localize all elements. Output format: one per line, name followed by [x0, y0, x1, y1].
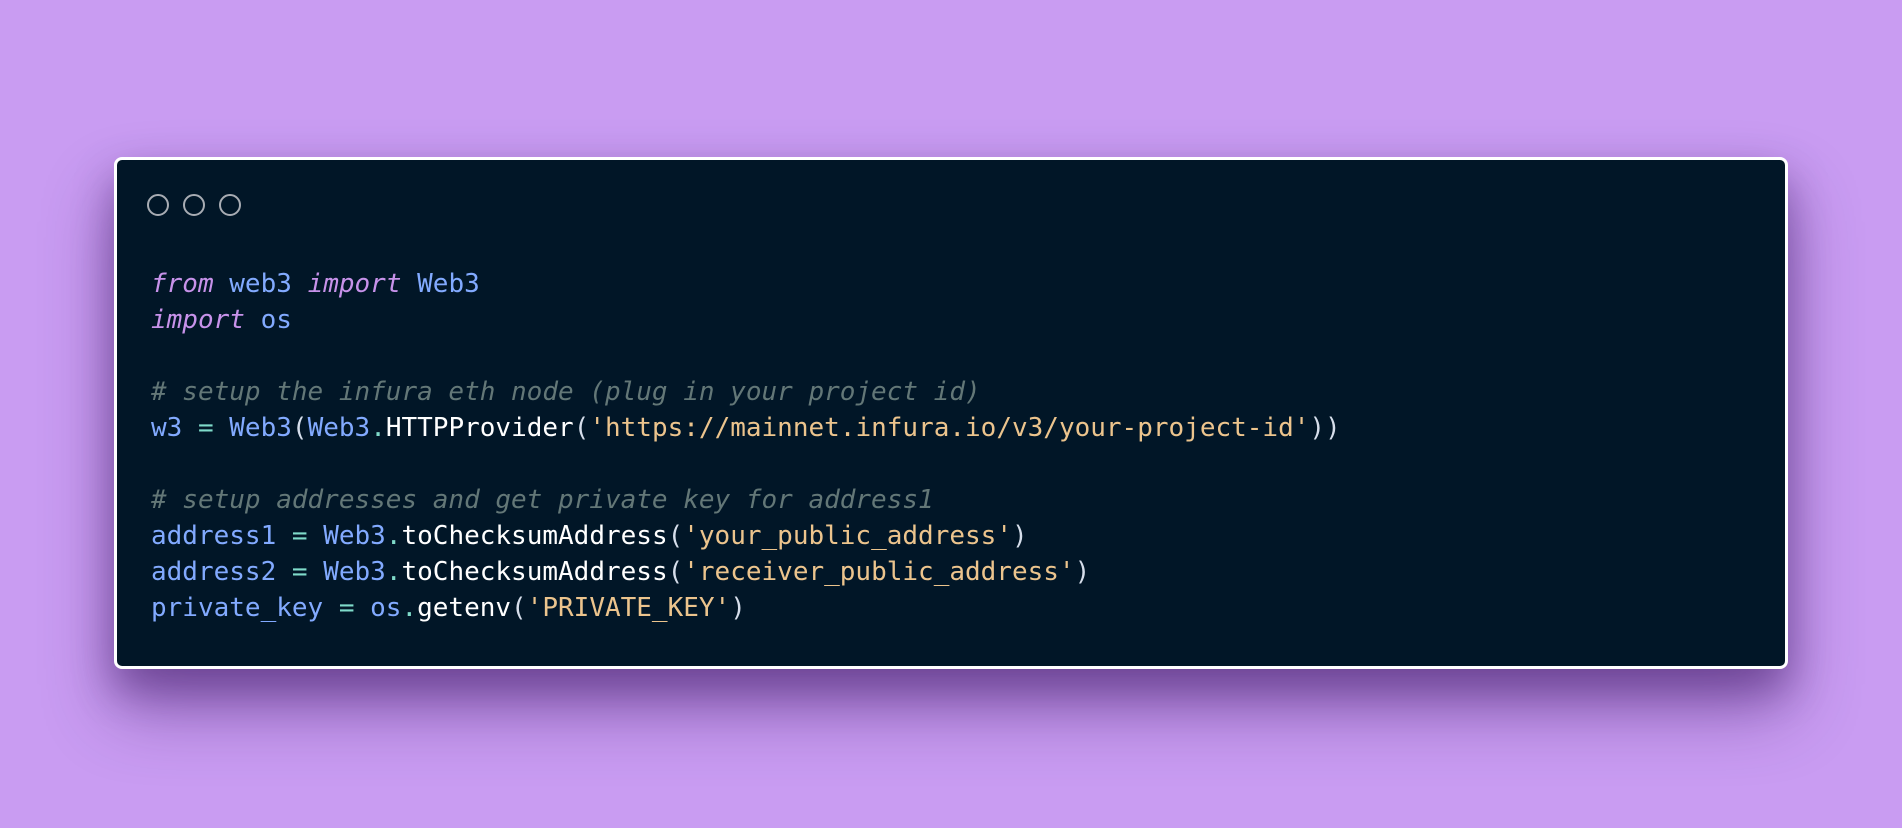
code-token: Web3: [323, 557, 386, 587]
code-token: ): [730, 593, 746, 623]
code-token: .: [385, 557, 402, 587]
code-token: os: [260, 305, 292, 335]
code-token: ): [1011, 521, 1028, 551]
code-token: address1: [151, 521, 277, 551]
code-token: =: [338, 593, 355, 623]
code-token: web3: [229, 269, 292, 299]
code-token: =: [291, 521, 308, 551]
code-token: 'https://mainnet.infura.io/v3/your-proje…: [589, 413, 1310, 443]
code-token: from: [151, 269, 214, 299]
code-token: Web3: [229, 413, 292, 443]
code-token: Web3: [307, 413, 371, 443]
code-line: address2 = Web3.toChecksumAddress('recei…: [151, 554, 1341, 590]
code-token: import: [307, 269, 402, 299]
code-line: import os: [151, 302, 1341, 338]
code-token: (: [573, 413, 590, 443]
code-token: getenv: [417, 593, 512, 623]
code-window: from web3 import Web3 import os # setup t…: [114, 157, 1788, 669]
code-token: (: [667, 521, 684, 551]
code-token: (: [667, 557, 684, 587]
code-token: private_key: [151, 593, 324, 623]
code-token: 'receiver_public_address': [683, 557, 1075, 587]
code-token: # setup addresses and get private key fo…: [151, 485, 934, 515]
code-token: (: [291, 413, 308, 443]
code-block: from web3 import Web3 import os # setup t…: [151, 266, 1341, 626]
code-token: HTTPProvider: [385, 413, 574, 443]
code-token: 'your_public_address': [683, 521, 1012, 551]
code-line: # setup the infura eth node (plug in you…: [151, 374, 1341, 410]
code-line: address1 = Web3.toChecksumAddress('your_…: [151, 518, 1341, 554]
circle-icon[interactable]: [147, 194, 169, 216]
code-token: toChecksumAddress: [401, 521, 668, 551]
code-token: address2: [151, 557, 277, 587]
code-token: # setup the infura eth node (plug in you…: [151, 377, 981, 407]
circle-icon[interactable]: [219, 194, 241, 216]
circle-icon[interactable]: [183, 194, 205, 216]
code-token: )): [1309, 413, 1341, 443]
code-line: from web3 import Web3: [151, 266, 1341, 302]
code-token: .: [370, 413, 386, 443]
window-controls: [147, 194, 241, 216]
code-token: Web3: [323, 521, 386, 551]
code-token: os: [370, 593, 402, 623]
code-token: Web3: [417, 269, 480, 299]
code-line: # setup addresses and get private key fo…: [151, 482, 1341, 518]
code-token: =: [291, 557, 308, 587]
code-token: =: [197, 413, 214, 443]
code-token: toChecksumAddress: [401, 557, 668, 587]
code-token: .: [401, 593, 418, 623]
code-token: .: [385, 521, 402, 551]
code-token: 'PRIVATE_KEY': [526, 593, 731, 623]
code-token: w3: [151, 413, 183, 443]
code-token: ): [1074, 557, 1091, 587]
code-line: w3 = Web3(Web3.HTTPProvider('https://mai…: [151, 410, 1341, 446]
code-line: private_key = os.getenv('PRIVATE_KEY'): [151, 590, 1341, 626]
code-token: (: [511, 593, 527, 623]
code-token: import: [151, 305, 245, 335]
